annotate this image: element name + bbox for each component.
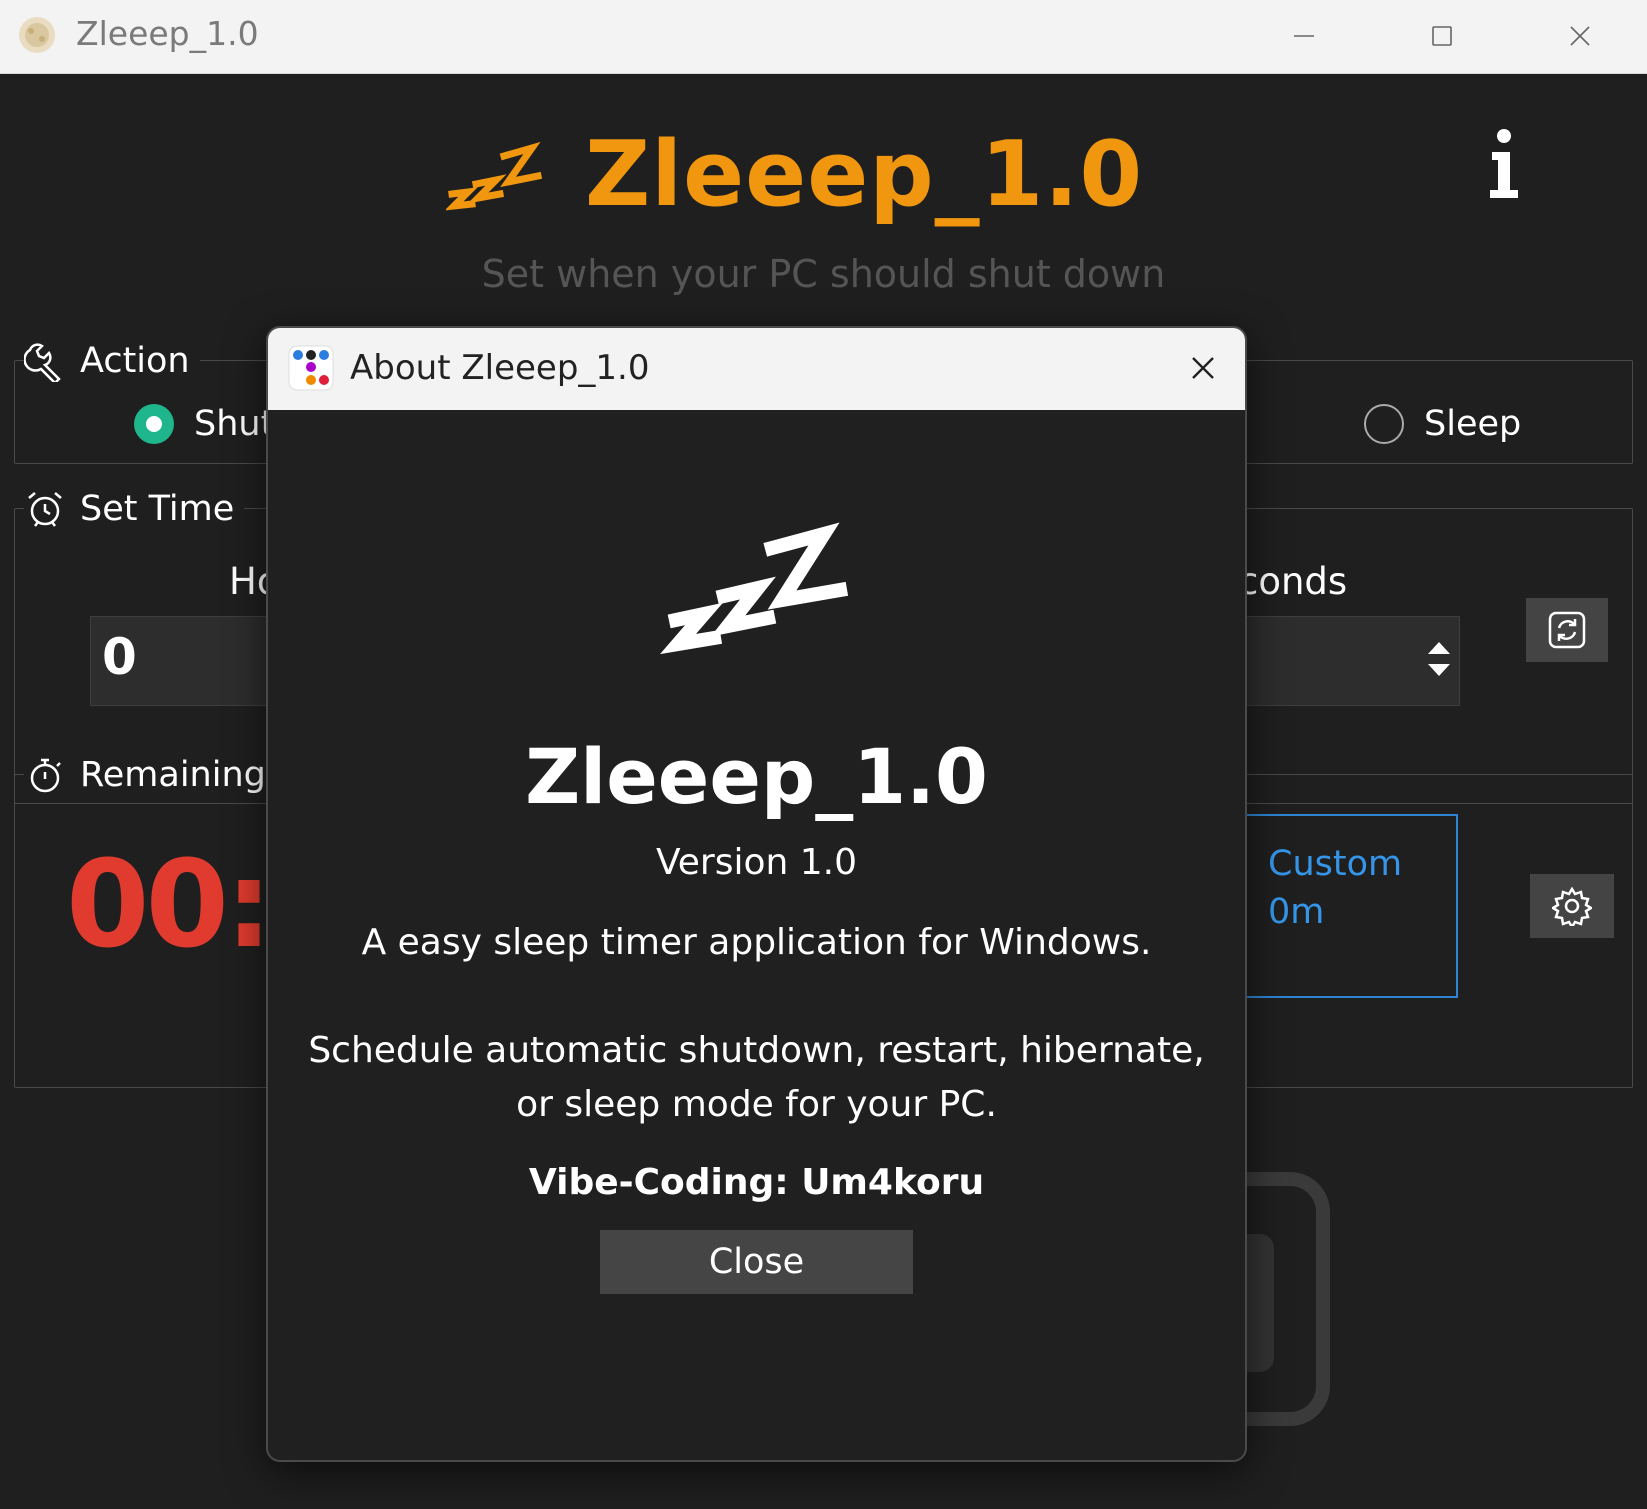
wrench-icon [24,343,61,382]
minimize-button[interactable] [1254,10,1354,62]
stopwatch-icon [30,758,61,793]
gear-icon [1552,886,1592,926]
radio-sleep[interactable] [1364,404,1404,444]
radio-shutdown-label: Shut [194,404,275,444]
refresh-icon [1548,611,1586,649]
seconds-label: conds [1238,560,1348,603]
zzz-sleep-icon [446,141,543,211]
info-icon[interactable] [1484,124,1524,204]
window-titlebar: Zleeep_1.0 [0,0,1647,74]
close-icon [1570,26,1590,46]
dialog-credit: Vibe-Coding: Um4koru [528,1162,985,1203]
about-dialog: About Zleeep_1.0 Zleeep_1.0 Version 1.0 … [266,326,1247,1462]
app-title: Zleeep_1.0 [585,122,1144,227]
dialog-app-icon [288,345,334,391]
app-icon [19,17,55,53]
zzz-sleep-icon [660,522,849,655]
dialog-version: Version 1.0 [655,842,858,883]
dialog-details-line2: or sleep mode for your PC. [516,1084,997,1125]
window-close-button[interactable] [1530,10,1630,62]
dialog-close-x-button[interactable] [1181,346,1225,390]
dialog-description: A easy sleep timer application for Windo… [361,922,1152,963]
radio-shutdown[interactable] [134,404,174,444]
set-time-group-label: Set Time [24,488,245,530]
custom-preset-label: Custom 0m [1268,844,1403,932]
app-subtitle: Set when your PC should shut down [481,252,1166,296]
dialog-details-line1: Schedule automatic shutdown, restart, hi… [308,1030,1205,1071]
maximize-button[interactable] [1392,10,1492,62]
dialog-title: About Zleeep_1.0 [350,348,650,388]
alarm-clock-icon [28,492,62,527]
maximize-icon [1432,26,1452,46]
dialog-titlebar: About Zleeep_1.0 [268,328,1245,410]
action-group-label: Action [24,340,200,382]
radio-sleep-label: Sleep [1424,404,1522,444]
settings-button[interactable] [1530,874,1614,938]
reset-time-button[interactable] [1526,598,1608,662]
minimize-icon [1294,35,1314,37]
hours-value: 0 [102,628,137,686]
dialog-close-button[interactable]: Close [600,1230,913,1294]
spinner-arrows-icon[interactable] [1426,638,1452,680]
window-title: Zleeep_1.0 [76,14,259,53]
dialog-app-name: Zleeep_1.0 [525,732,988,821]
close-icon [1192,357,1214,379]
